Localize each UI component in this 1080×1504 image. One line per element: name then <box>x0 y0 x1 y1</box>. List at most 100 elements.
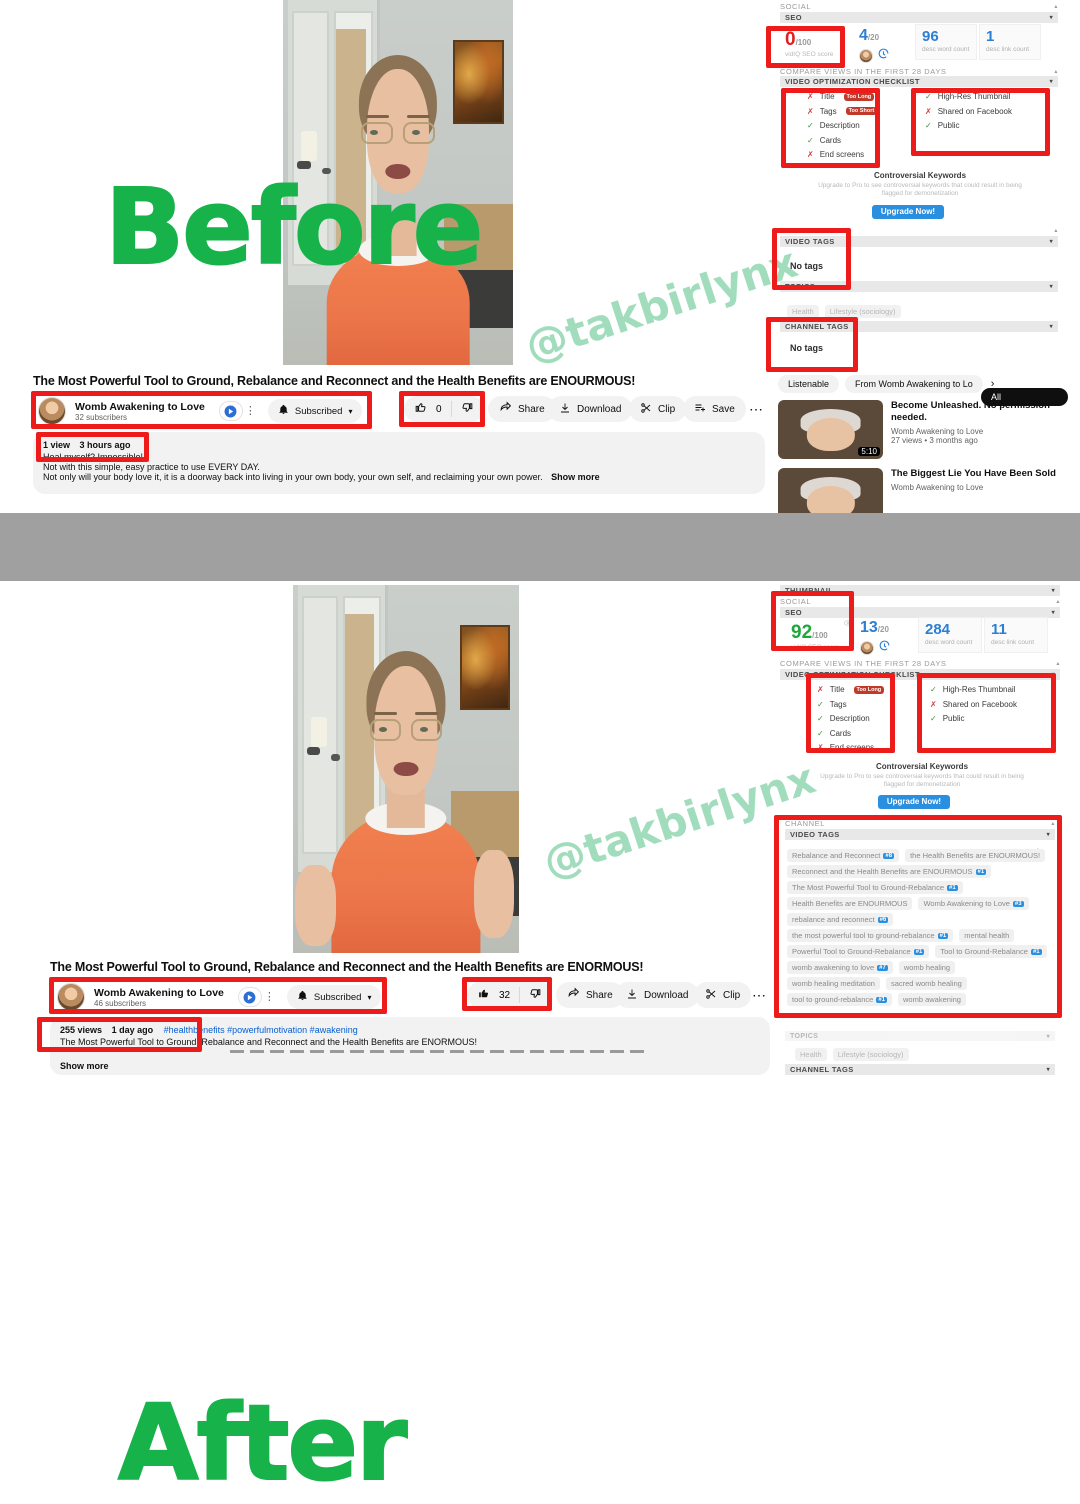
after-compare-views[interactable]: COMPARE VIEWS IN THE FIRST 28 DAYS ▴ <box>780 659 1060 668</box>
after-share-button[interactable]: Share <box>556 982 624 1008</box>
suggestion-title[interactable]: Become Unleashed. No permission needed. <box>891 400 1073 424</box>
after-checklist-header[interactable]: VIDEO OPTIMIZATION CHECKLIST ▾ <box>780 669 1060 680</box>
video-tag-label: womb awakening to love <box>792 963 875 972</box>
after-download-button[interactable]: Download <box>615 982 700 1008</box>
after-desc-link-count-cell: 11 desc link count <box>984 617 1048 653</box>
subscribed-label: Subscribed <box>294 405 343 417</box>
before-topics-header[interactable]: TOPICS ▾ <box>780 281 1058 292</box>
checklist-label: High-Res Thumbnail <box>937 92 1011 101</box>
video-tag-chip[interactable]: Reconnect and the Health Benefits are EN… <box>787 865 992 878</box>
topic-chip[interactable]: Lifestyle (sociology) <box>824 305 901 318</box>
before-channel-tags-header[interactable]: CHANNEL TAGS ▾ <box>780 321 1058 332</box>
after-like-dislike-group[interactable]: 32 <box>467 982 553 1008</box>
suggestion-thumbnail[interactable]: 5:10 <box>778 400 883 459</box>
before-compare-views[interactable]: COMPARE VIEWS IN THE FIRST 28 DAYS ▴ <box>780 67 1058 76</box>
after-vidiq-panel: THUMBNAIL ▾ SOCIAL ▴ SEO ▾ 92/100 vidIQ … <box>775 581 1070 1080</box>
topic-chip[interactable]: Health <box>787 305 819 318</box>
after-overflow-icon[interactable]: ⋯ <box>747 982 771 1008</box>
video-tag-chip[interactable]: The Most Powerful Tool to Ground-Rebalan… <box>787 881 963 894</box>
subscribed-button[interactable]: Subscribed ▾ <box>286 985 382 1009</box>
before-save-button[interactable]: Save <box>683 396 746 422</box>
video-tag-chip[interactable]: womb awakening to love #7 <box>787 961 893 974</box>
video-tag-chip[interactable]: Rebalance and Reconnect #8 <box>787 849 900 862</box>
video-tag-rank: #1 <box>937 932 949 939</box>
after-controversial-sub: Upgrade to Pro to see controversial keyw… <box>820 773 1024 789</box>
topic-chip[interactable]: Lifestyle (sociology) <box>832 1048 909 1061</box>
before-video-tags-header[interactable]: VIDEO TAGS ▾ <box>780 236 1058 247</box>
after-group-channel[interactable]: CHANNEL ▴ <box>785 819 1055 828</box>
video-tag-rank: #1 <box>876 996 887 1003</box>
subscribed-button[interactable]: Subscribed ▾ <box>267 399 363 423</box>
before-checklist-header[interactable]: VIDEO OPTIMIZATION CHECKLIST ▾ <box>780 76 1058 87</box>
section-label: VIDEO TAGS <box>790 830 840 839</box>
after-description-box[interactable]: 255 views 1 day ago #healthbenefits #pow… <box>50 1017 770 1075</box>
suggestion-chip[interactable]: From Womb Awakening to Lo <box>845 375 983 393</box>
after-topics-header[interactable]: TOPICS ▾ <box>785 1031 1055 1041</box>
before-group-channel[interactable]: CHANNEL ▴ <box>780 226 1058 235</box>
before-download-button[interactable]: Download <box>548 396 633 422</box>
after-upgrade-button[interactable]: Upgrade Now! <box>878 795 950 809</box>
checklist-label: Description <box>819 121 860 130</box>
before-clip-button[interactable]: Clip <box>629 396 687 422</box>
suggestion-title[interactable]: The Biggest Lie You Have Been Sold <box>891 468 1073 480</box>
after-hashtags[interactable]: #healthbenefits #powerfulmotivation #awa… <box>164 1025 358 1035</box>
after-channel-tags-header[interactable]: CHANNEL TAGS ▾ <box>785 1064 1055 1075</box>
checklist-item: ✓ Public <box>925 121 1055 130</box>
video-tag-chip[interactable]: sacred womb healing <box>885 977 967 990</box>
before-show-more[interactable]: Show more <box>551 472 600 482</box>
channel-name[interactable]: Womb Awakening to Love <box>75 401 205 413</box>
video-tag-chip[interactable]: the most powerful tool to ground-rebalan… <box>787 929 954 942</box>
suggestion-channel[interactable]: Womb Awakening to Love <box>891 483 1073 492</box>
video-tag-chip[interactable]: rebalance and reconnect #6 <box>787 913 894 926</box>
before-share-button[interactable]: Share <box>488 396 556 422</box>
redacted-line <box>230 1050 650 1053</box>
suggestion-channel[interactable]: Womb Awakening to Love <box>891 427 1073 436</box>
video-tag-chip[interactable]: womb healing meditation <box>787 977 880 990</box>
section-label: THUMBNAIL <box>785 586 834 595</box>
before-group-social[interactable]: SOCIAL ▴ <box>780 2 1058 11</box>
kebab-menu-icon[interactable]: ⋮ <box>264 991 275 1003</box>
join-badge-icon[interactable] <box>237 987 262 1007</box>
after-group-social[interactable]: SOCIAL ▴ <box>780 597 1060 606</box>
video-tag-chip[interactable]: mental health <box>959 929 1015 942</box>
before-description-box[interactable]: 1 view 3 hours ago Heal myself? Impossib… <box>33 432 765 494</box>
before-section-seo[interactable]: SEO ▾ <box>780 12 1058 23</box>
after-video-player[interactable] <box>293 585 519 953</box>
video-tag-chip[interactable]: Tool to Ground-Rebalance #1 <box>935 945 1047 958</box>
seo-score-denominator: /100 <box>812 631 828 640</box>
before-overflow-icon[interactable]: ⋯ <box>744 396 768 422</box>
thumbs-down-icon[interactable] <box>529 987 542 1003</box>
kebab-menu-icon[interactable]: ⋮ <box>245 405 256 417</box>
tags-score-value: 13 <box>860 619 878 636</box>
before-like-dislike-group[interactable]: 0 <box>404 396 484 422</box>
thumbs-up-icon[interactable] <box>414 401 427 417</box>
video-tag-chip[interactable]: tool to ground-rebalance #1 <box>787 993 892 1006</box>
channel-name[interactable]: Womb Awakening to Love <box>94 987 224 999</box>
topic-chip[interactable]: Health <box>795 1048 827 1061</box>
video-tag-chip[interactable]: Health Benefits are ENOURMOUS <box>787 897 913 910</box>
after-thumbnail-header[interactable]: THUMBNAIL ▾ <box>780 585 1060 596</box>
tag-progress-icon <box>877 47 890 65</box>
video-tag-chip[interactable]: the Health Benefits are ENOURMOUS! <box>905 849 1046 862</box>
before-upgrade-button[interactable]: Upgrade Now! <box>872 205 944 219</box>
avatar[interactable] <box>57 983 85 1011</box>
suggestion-item[interactable]: 5:10 Become Unleashed. No permission need… <box>778 400 1073 459</box>
seo-score-label: vidIQ SEO score <box>785 51 834 58</box>
video-tag-chip[interactable]: Powerful Tool to Ground-Rebalance #1 <box>787 945 930 958</box>
video-tag-chip[interactable]: Womb Awakening to Love #3 <box>918 897 1029 910</box>
after-clip-button[interactable]: Clip <box>694 982 752 1008</box>
checklist-label: Shared on Facebook <box>942 699 1017 709</box>
join-badge-icon[interactable] <box>218 401 243 421</box>
suggestion-chip[interactable]: Listenable <box>778 375 840 393</box>
after-video-tags-header[interactable]: VIDEO TAGS ▾ <box>785 829 1055 840</box>
video-tag-label: Rebalance and Reconnect <box>792 851 881 860</box>
thumbs-up-icon[interactable] <box>477 987 490 1003</box>
thumbs-down-icon[interactable] <box>461 401 474 417</box>
before-desc-line-3: Not only will your body love it, it is a… <box>43 472 755 482</box>
video-tag-chip[interactable]: womb awakening <box>898 993 966 1006</box>
after-eye-icon[interactable] <box>843 615 853 633</box>
after-show-more[interactable]: Show more <box>60 1061 760 1071</box>
avatar[interactable] <box>38 397 66 425</box>
video-tag-chip[interactable]: womb healing <box>898 961 956 974</box>
checklist-item: ✓ Public <box>930 714 1065 723</box>
